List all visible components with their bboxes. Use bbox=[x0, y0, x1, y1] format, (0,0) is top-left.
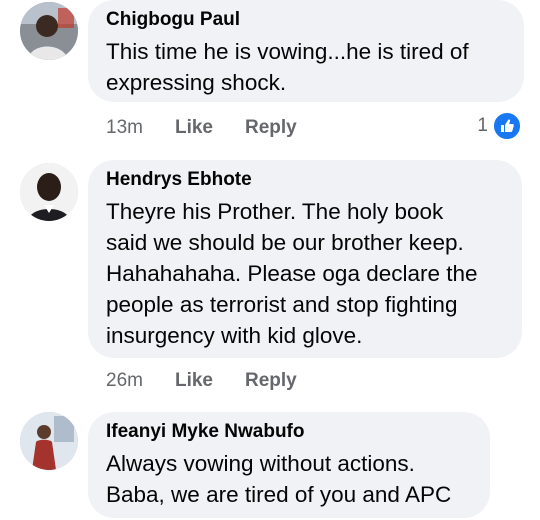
comment-bubble: Hendrys Ebhote Theyre his Prother. The h… bbox=[88, 160, 522, 358]
comment-bubble: Ifeanyi Myke Nwabufo Always vowing witho… bbox=[88, 412, 490, 518]
comment-line: expressing shock. bbox=[106, 70, 287, 95]
comment-line: This time he is vowing...he is tired of bbox=[106, 39, 469, 64]
comment-actions: 13m Like Reply bbox=[106, 115, 297, 141]
comment-text: Always vowing without actions. Baba, we … bbox=[106, 448, 470, 510]
comment-bubble: Chigbogu Paul This time he is vowing...h… bbox=[88, 0, 524, 102]
profile-photo-icon bbox=[20, 412, 78, 470]
avatar[interactable] bbox=[20, 2, 78, 60]
like-button[interactable]: Like bbox=[175, 370, 213, 392]
comment-line: Always vowing without actions. bbox=[106, 451, 415, 476]
profile-photo-icon bbox=[20, 163, 78, 221]
avatar[interactable] bbox=[20, 163, 78, 221]
like-button[interactable]: Like bbox=[175, 117, 213, 139]
comment-line: said we should be our brother keep. bbox=[106, 230, 464, 255]
reply-button[interactable]: Reply bbox=[245, 370, 297, 392]
comment-timestamp[interactable]: 26m bbox=[106, 370, 143, 392]
profile-photo-icon bbox=[20, 2, 78, 60]
comment-line: Baba, we are tired of you and APC bbox=[106, 482, 452, 507]
like-thumb-icon bbox=[492, 111, 522, 141]
reaction-count: 1 bbox=[477, 115, 488, 136]
comment-line: people as terrorist and stop fighting bbox=[106, 292, 458, 317]
comment-author[interactable]: Chigbogu Paul bbox=[106, 8, 504, 32]
comment-line: Theyre his Prother. The holy book bbox=[106, 199, 444, 224]
comment-text: Theyre his Prother. The holy book said w… bbox=[106, 196, 502, 351]
reaction-summary[interactable]: 1 bbox=[477, 111, 522, 141]
comment-author[interactable]: Ifeanyi Myke Nwabufo bbox=[106, 420, 470, 444]
comment-actions: 26m Like Reply bbox=[106, 368, 297, 394]
avatar[interactable] bbox=[20, 412, 78, 470]
reply-button[interactable]: Reply bbox=[245, 117, 297, 139]
comment-line: Hahahahaha. Please oga declare the bbox=[106, 261, 478, 286]
comment-timestamp[interactable]: 13m bbox=[106, 117, 143, 139]
comment-text: This time he is vowing...he is tired of … bbox=[106, 36, 504, 98]
comment-author[interactable]: Hendrys Ebhote bbox=[106, 168, 502, 192]
comment-line: insurgency with kid glove. bbox=[106, 323, 363, 348]
